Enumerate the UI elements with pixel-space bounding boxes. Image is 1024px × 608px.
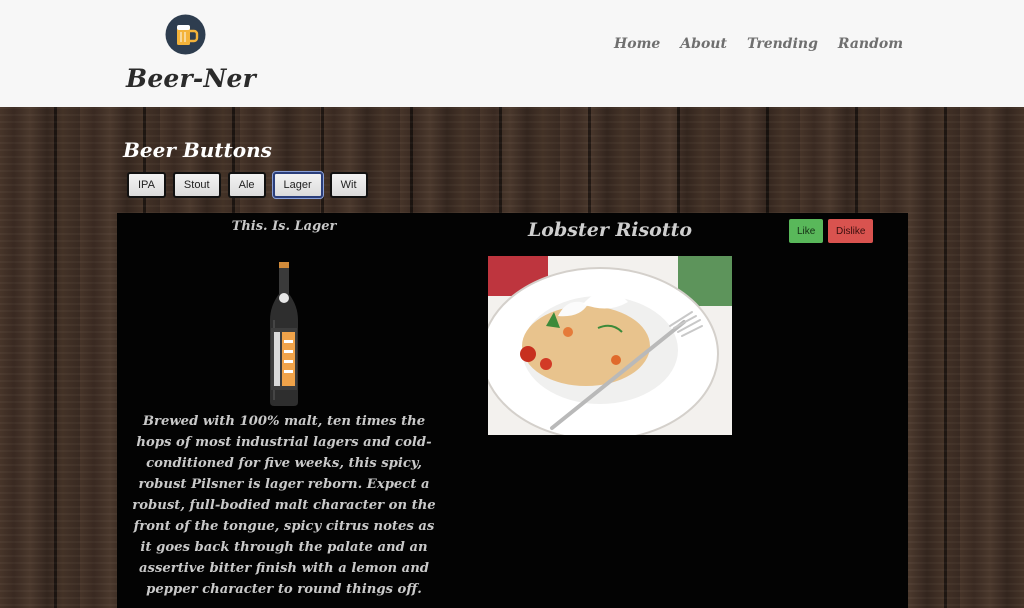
dislike-button[interactable]: Dislike — [828, 219, 873, 243]
food-name: Lobster Risotto — [527, 219, 693, 241]
beer-name: This. Is. Lager — [231, 219, 337, 234]
beer-bottle-image — [270, 262, 298, 406]
wit-button[interactable]: Wit — [329, 172, 368, 198]
nav-home-link[interactable]: Home — [614, 36, 660, 52]
nav-trending-link[interactable]: Trending — [747, 36, 818, 52]
beer-mug-logo-icon[interactable] — [165, 13, 206, 57]
nav-random-link[interactable]: Random — [838, 36, 903, 52]
beer-buttons-heading: Beer Buttons — [123, 138, 272, 162]
stout-button[interactable]: Stout — [172, 172, 221, 198]
ipa-button[interactable]: IPA — [127, 172, 166, 198]
ale-button[interactable]: Ale — [227, 172, 266, 198]
lobster-risotto-image — [488, 256, 732, 435]
beer-description: Brewed with 100% malt, ten times the hop… — [132, 414, 436, 597]
brand-name[interactable]: Beer-Ner — [126, 64, 256, 93]
main-nav: Home About Trending Random — [614, 36, 903, 52]
like-button[interactable]: Like — [789, 219, 823, 243]
lager-button[interactable]: Lager — [271, 171, 324, 199]
site-header: Beer-Ner Home About Trending Random — [0, 0, 1024, 107]
pairing-panel: This. Is. Lager Brewed with 100% malt, t… — [117, 213, 908, 608]
nav-about-link[interactable]: About — [680, 36, 727, 52]
beer-style-buttons: IPA Stout Ale Lager Wit — [127, 171, 368, 199]
